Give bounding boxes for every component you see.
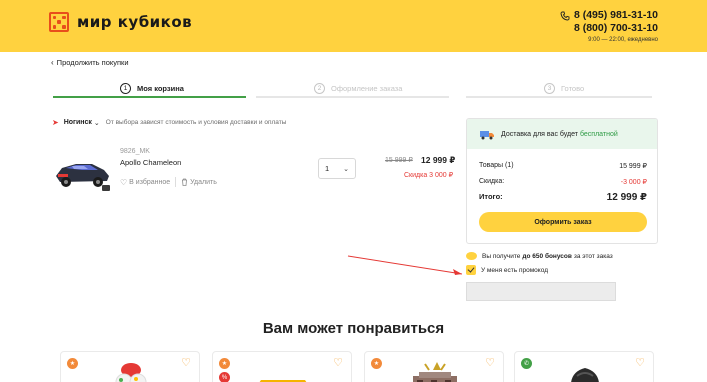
price-current: 12 999 ₽ bbox=[421, 155, 456, 165]
product-card[interactable]: ★ ♡ bbox=[60, 351, 200, 382]
heart-icon[interactable]: ♡ bbox=[333, 356, 343, 369]
add-to-favorites-button[interactable]: ♡ В избранное bbox=[120, 178, 170, 187]
phone-primary-number: 8 (495) 981-31-10 bbox=[573, 9, 658, 21]
logo-cube-icon bbox=[49, 12, 69, 32]
step-number: 3 bbox=[544, 82, 555, 94]
step-label: Моя корзина bbox=[137, 83, 184, 93]
location-arrow-icon: ➤ bbox=[52, 118, 59, 127]
bonus-suffix: за этот заказ bbox=[573, 252, 613, 260]
phone-icon bbox=[560, 11, 570, 20]
delivery-banner: Доставка для вас будет бесплатной bbox=[467, 119, 657, 149]
phone-secondary-number: 8 (800) 700-31-10 bbox=[573, 22, 658, 34]
divider bbox=[175, 177, 177, 187]
summary-goods-row: Товары (1) 15 999 ₽ bbox=[479, 162, 647, 170]
step-done: 3 Готово bbox=[544, 78, 584, 98]
working-hours: 9:00 — 22:00, ежедневно bbox=[588, 37, 658, 43]
step-number: 1 bbox=[120, 82, 131, 94]
truck-icon bbox=[480, 131, 494, 140]
bonus-amount: до 650 бонусов bbox=[522, 252, 572, 260]
chevron-left-icon: ‹ bbox=[51, 58, 54, 67]
product-name[interactable]: Apollo Chameleon bbox=[120, 158, 181, 167]
phone-block: 8 (495) 981-31-10 8 (800) 700-31-10 9:00… bbox=[560, 9, 658, 45]
promo-code-input[interactable] bbox=[466, 282, 616, 301]
product-card[interactable]: ★ % ♡ bbox=[212, 351, 352, 382]
step-label: Готово bbox=[561, 83, 585, 93]
discount-badge-icon: % bbox=[219, 372, 230, 382]
recommend-title: Вам может понравиться bbox=[262, 320, 445, 337]
star-badge-icon: ★ bbox=[67, 358, 78, 369]
continue-shopping-label: Продолжить покупки bbox=[56, 58, 129, 67]
summary-discount-row: Скидка: -3 000 ₽ bbox=[479, 178, 647, 186]
step-progress-active bbox=[53, 96, 246, 98]
phone-primary[interactable]: 8 (495) 981-31-10 bbox=[560, 9, 658, 22]
total-label: Итого: bbox=[479, 192, 503, 201]
goods-value: 15 999 ₽ bbox=[619, 163, 647, 170]
checkout-steps: 1 Моя корзина 2 Оформление заказа 3 Гото… bbox=[53, 78, 652, 100]
promo-code-label: У меня есть промокод bbox=[481, 266, 548, 274]
phone-secondary[interactable]: 8 (800) 700-31-10 bbox=[560, 22, 658, 35]
discount-value: -3 000 ₽ bbox=[620, 179, 647, 186]
heart-icon: ♡ bbox=[120, 177, 128, 187]
step-label: Оформление заказа bbox=[331, 83, 403, 93]
summary-total-row: Итого: 12 999 ₽ bbox=[479, 192, 647, 203]
promo-code-checkbox[interactable]: У меня есть промокод bbox=[466, 265, 548, 275]
city-name[interactable]: Ногинск bbox=[64, 119, 92, 126]
product-card[interactable]: ★ ♡ bbox=[364, 351, 504, 382]
product-thumbnail bbox=[115, 363, 147, 382]
chevron-down-icon: ⌄ bbox=[343, 165, 349, 173]
delivery-text: Доставка для вас будет bbox=[501, 130, 578, 138]
product-card[interactable]: ✆ ♡ bbox=[514, 351, 654, 382]
bonus-info: Вы получите до 650 бонусов за этот заказ bbox=[466, 252, 613, 260]
star-badge-icon: ★ bbox=[371, 358, 382, 369]
continue-shopping-link[interactable]: ‹ Продолжить покупки bbox=[51, 58, 129, 67]
goods-label: Товары (1) bbox=[479, 162, 514, 169]
star-badge-icon: ★ bbox=[219, 358, 230, 369]
heart-icon[interactable]: ♡ bbox=[635, 356, 645, 369]
location-selector: ➤ Ногинск ⌄ От выбора зависят стоимость … bbox=[52, 118, 286, 127]
step-cart: 1 Моя корзина bbox=[120, 78, 184, 98]
delivery-free: бесплатной bbox=[579, 130, 618, 138]
product-thumbnail bbox=[259, 380, 307, 382]
step-progress-bar bbox=[256, 96, 449, 98]
favorites-label: В избранное bbox=[129, 178, 171, 186]
step-progress-bar bbox=[466, 96, 652, 98]
quantity-value: 1 bbox=[325, 164, 330, 173]
item-discount: Скидка 3 000 ₽ bbox=[404, 172, 454, 179]
annotation-arrow bbox=[347, 255, 463, 275]
delete-label: Удалить bbox=[190, 178, 217, 186]
total-value: 12 999 ₽ bbox=[606, 192, 647, 203]
heart-icon[interactable]: ♡ bbox=[181, 356, 191, 369]
step-checkout: 2 Оформление заказа bbox=[314, 78, 402, 98]
product-image[interactable] bbox=[52, 152, 112, 192]
chevron-down-icon[interactable]: ⌄ bbox=[94, 119, 100, 127]
delete-item-button[interactable]: Удалить bbox=[181, 178, 217, 186]
order-summary: Доставка для вас будет бесплатной Товары… bbox=[466, 118, 658, 244]
trash-icon bbox=[182, 178, 188, 186]
whatsapp-badge-icon: ✆ bbox=[521, 358, 532, 369]
site-header: мир кубиков 8 (495) 981-31-10 8 (800) 70… bbox=[0, 0, 707, 52]
bonus-prefix: Вы получите bbox=[482, 252, 521, 260]
logo[interactable]: мир кубиков bbox=[49, 12, 192, 32]
product-actions: ♡ В избранное Удалить bbox=[120, 177, 217, 187]
logo-text: мир кубиков bbox=[77, 13, 193, 31]
discount-label: Скидка: bbox=[479, 178, 505, 185]
quantity-select[interactable]: 1 ⌄ bbox=[318, 158, 356, 179]
step-number: 2 bbox=[314, 82, 325, 94]
heart-icon[interactable]: ♡ bbox=[485, 356, 495, 369]
location-note: От выбора зависят стоимость и условия до… bbox=[105, 119, 287, 126]
price-old: 15 999 ₽ bbox=[385, 157, 413, 164]
product-thumbnail bbox=[571, 368, 599, 382]
product-thumbnail bbox=[413, 362, 457, 382]
place-order-button[interactable]: Оформить заказ bbox=[479, 212, 647, 232]
product-sku: 9826_MK bbox=[120, 148, 150, 155]
